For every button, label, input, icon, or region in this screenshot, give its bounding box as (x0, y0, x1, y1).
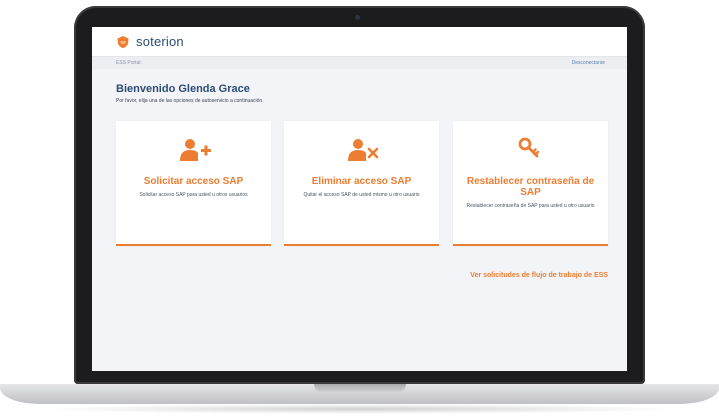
portal-bar: ESS Portal Desconectarse (92, 57, 627, 69)
card-title: Solicitar acceso SAP (143, 176, 244, 187)
card-title: Restablecer contraseña de SAP (466, 176, 595, 198)
card-title: Eliminar acceso SAP (311, 176, 412, 187)
portal-label: ESS Portal (116, 60, 141, 66)
card-description: Quitar el acceso SAP de usted mismo u ot… (303, 192, 420, 198)
key-icon (518, 137, 540, 158)
card-remove-access[interactable]: Eliminar acceso SAP Quitar el acceso SAP… (284, 121, 439, 246)
camera-icon (355, 15, 360, 20)
intro-text: Por favor, elija una de las opciones de … (116, 98, 264, 104)
brand-name: soterion (136, 34, 184, 49)
soterion-logo-icon (117, 35, 129, 48)
screen: soterion ESS Portal Desconectarse Bienve… (92, 27, 627, 371)
laptop-notch (314, 384, 406, 392)
user-remove-icon (348, 139, 379, 161)
card-description: Restablecer contraseña de SAP para usted… (466, 203, 595, 209)
logout-link[interactable]: Desconectarse (572, 60, 605, 66)
workflow-requests-link[interactable]: Ver solicitudes de flujo de trabajo de E… (470, 272, 608, 279)
user-add-icon (180, 139, 211, 161)
app-header: soterion (92, 27, 627, 57)
laptop-shadow (40, 404, 680, 414)
card-description: Solicitar acceso SAP para usted u otros … (139, 192, 248, 198)
card-request-access[interactable]: Solicitar acceso SAP Solicitar acceso SA… (116, 121, 271, 246)
card-reset-password[interactable]: Restablecer contraseña de SAP Restablece… (453, 121, 608, 246)
page-title: Bienvenido Glenda Grace (116, 83, 250, 95)
